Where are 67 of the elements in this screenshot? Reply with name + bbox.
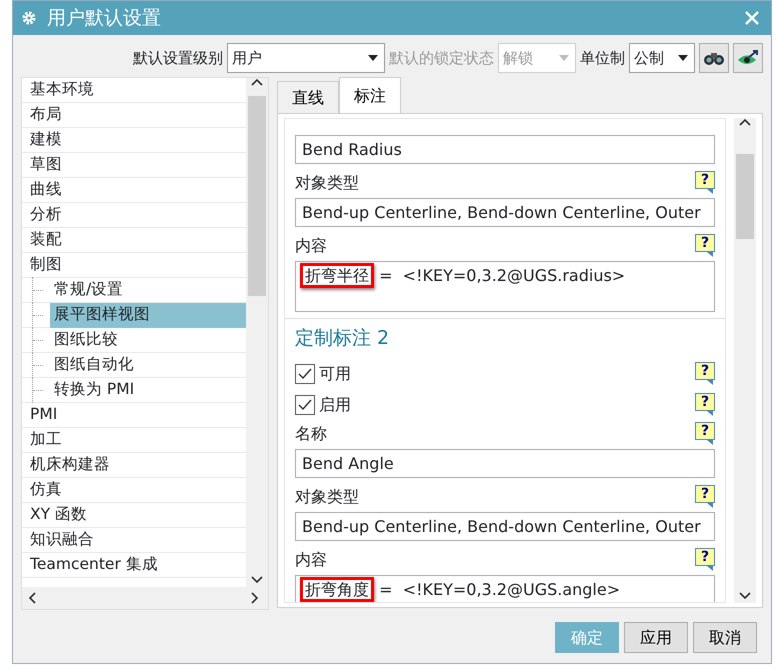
gear-icon	[21, 10, 37, 26]
content-field[interactable]: 折弯半径 = <!KEY=0,3.2@UGS.radius>	[295, 261, 715, 312]
tree-item[interactable]: 建模	[26, 128, 246, 152]
help-button[interactable]: ?	[695, 171, 715, 194]
level-label: 默认设置级别	[133, 48, 223, 69]
tree-item[interactable]: 基本环境	[26, 78, 246, 102]
section-heading: 定制标注 2	[285, 318, 725, 358]
field-label: 内容	[295, 234, 327, 256]
text-field[interactable]: Bend Angle	[295, 449, 715, 478]
tree-item[interactable]: Teamcenter 集成	[26, 552, 246, 578]
field-label: 内容	[295, 548, 327, 570]
help-button[interactable]: ?	[695, 362, 715, 385]
text-field[interactable]: Bend-up Centerline, Bend-down Centerline, Outer	[295, 512, 715, 541]
tree-item[interactable]: PMI	[26, 402, 246, 428]
tree-item[interactable]: 仿真	[26, 478, 246, 502]
unit-dropdown[interactable]: 公制	[629, 43, 695, 73]
tree-item[interactable]: 机床构建器	[26, 452, 246, 478]
field-label: 名称	[295, 422, 327, 444]
scrollbar-thumb[interactable]	[736, 154, 754, 239]
close-icon	[745, 11, 759, 26]
unit-label: 单位制	[580, 48, 625, 69]
text-field[interactable]: Bend Radius	[295, 135, 715, 164]
tree-item[interactable]: 制图	[26, 252, 246, 278]
binoculars-button[interactable]	[699, 43, 729, 73]
dialog-button[interactable]: 应用	[624, 622, 688, 653]
tree-item[interactable]: 展平图样视图	[50, 302, 246, 328]
tree-item[interactable]: XY 函数	[26, 502, 246, 528]
tree-item[interactable]: 草图	[26, 152, 246, 178]
eye-arrow-button[interactable]	[733, 43, 763, 73]
check-icon	[298, 368, 312, 380]
dialog-button[interactable]: 取消	[693, 622, 757, 653]
field-label: 对象类型	[295, 486, 359, 508]
tree-item[interactable]: 图纸自动化	[50, 352, 246, 378]
tree-item[interactable]: 曲线	[26, 178, 246, 202]
help-button[interactable]: ?	[695, 548, 715, 571]
level-dropdown[interactable]: 用户	[227, 43, 385, 73]
tree-item[interactable]: 转换为 PMI	[50, 378, 246, 402]
annotation-highlight: 折弯半径	[300, 263, 374, 288]
tree-item[interactable]: 常规/设置	[50, 278, 246, 302]
binoculars-icon	[703, 50, 725, 66]
checkbox[interactable]	[295, 364, 315, 384]
caret-icon	[678, 55, 688, 61]
tree-item[interactable]: 布局	[26, 102, 246, 128]
tab[interactable]: 直线	[277, 81, 339, 113]
tree-item[interactable]: 分析	[26, 202, 246, 228]
check-icon	[298, 398, 312, 410]
checkbox[interactable]	[295, 394, 315, 414]
help-button[interactable]: ?	[695, 393, 715, 416]
tree-item[interactable]: 知识融合	[26, 528, 246, 552]
checkbox-label: 启用	[319, 394, 351, 416]
tree-item[interactable]: 加工	[26, 428, 246, 452]
tab[interactable]: 标注	[339, 77, 401, 113]
checkbox-label: 可用	[319, 362, 351, 384]
window-title: 用户默认设置	[47, 6, 161, 31]
tree-item[interactable]: 图纸比较	[50, 328, 246, 352]
eye-arrow-icon	[737, 49, 759, 67]
field-label: 对象类型	[295, 172, 359, 194]
tree-item[interactable]: 装配	[26, 228, 246, 252]
annotation-highlight: 折弯角度	[300, 577, 374, 602]
caret-icon	[368, 55, 378, 61]
scrollbar-thumb[interactable]	[248, 96, 266, 296]
help-button[interactable]: ?	[695, 422, 715, 445]
caret-icon	[559, 55, 569, 61]
lock-label: 默认的锁定状态	[389, 48, 494, 69]
help-button[interactable]: ?	[695, 234, 715, 257]
text-field[interactable]: Bend-up Centerline, Bend-down Centerline, Outer	[295, 198, 715, 227]
help-button[interactable]: ?	[695, 485, 715, 508]
